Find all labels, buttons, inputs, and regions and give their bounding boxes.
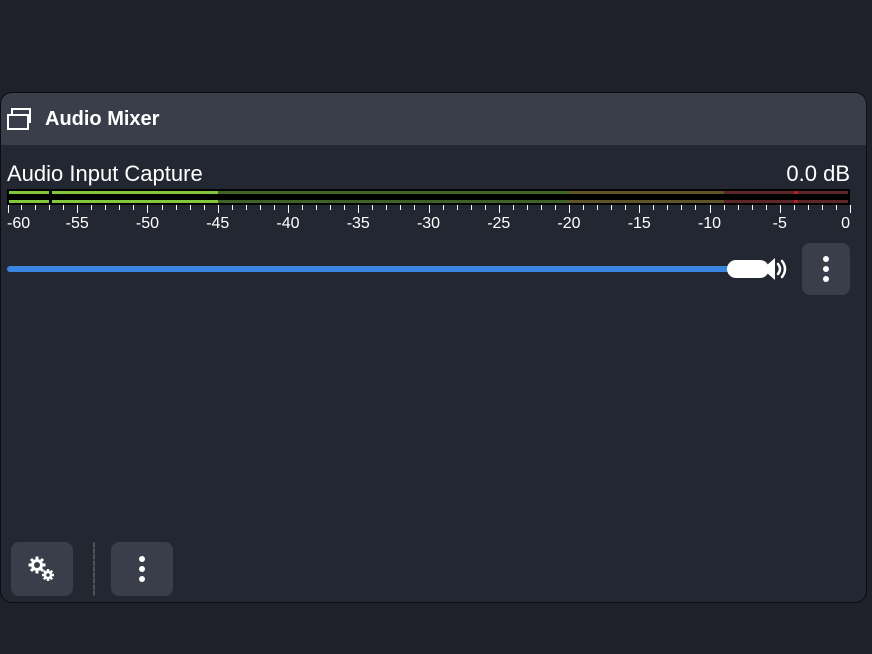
scale-label: -45 (206, 215, 229, 233)
scale-label: -25 (487, 215, 510, 233)
scale-label: -10 (698, 215, 721, 233)
kebab-icon (823, 256, 829, 282)
panel-title: Audio Mixer (45, 108, 159, 131)
slider-thumb[interactable] (727, 260, 769, 278)
footer-divider (93, 542, 95, 596)
audio-mixer-panel: Audio Mixer Audio Input Capture 0.0 dB -… (0, 92, 867, 603)
audio-meter (7, 189, 850, 205)
kebab-icon (139, 556, 145, 582)
slider-fill (7, 266, 748, 272)
panel-body: Audio Input Capture 0.0 dB -60-55-50-45-… (1, 145, 866, 536)
channel-name: Audio Input Capture (7, 161, 203, 187)
scale-label: -55 (66, 215, 89, 233)
dock-icon (7, 107, 31, 131)
scale-label: -35 (347, 215, 370, 233)
meter-track-right (7, 198, 850, 205)
panel-header: Audio Mixer (1, 93, 866, 145)
volume-slider[interactable] (7, 264, 748, 274)
advanced-audio-button[interactable] (11, 542, 73, 596)
channel-options-button[interactable] (802, 243, 850, 295)
panel-footer (1, 536, 866, 602)
volume-row (7, 249, 850, 289)
gears-icon (27, 555, 57, 583)
mixer-options-button[interactable] (111, 542, 173, 596)
scale-label: -15 (628, 215, 651, 233)
scale-label: -20 (557, 215, 580, 233)
channel-header: Audio Input Capture 0.0 dB (7, 161, 850, 187)
scale-label: -5 (773, 215, 787, 233)
scale-label: -40 (276, 215, 299, 233)
channel-db-value: 0.0 dB (786, 161, 850, 187)
scale-label: -50 (136, 215, 159, 233)
meter-track-left (7, 189, 850, 196)
scale-label: 0 (841, 215, 850, 233)
scale-label: -30 (417, 215, 440, 233)
meter-scale: -60-55-50-45-40-35-30-25-20-15-10-50 (7, 205, 850, 237)
scale-label: -60 (7, 215, 30, 233)
